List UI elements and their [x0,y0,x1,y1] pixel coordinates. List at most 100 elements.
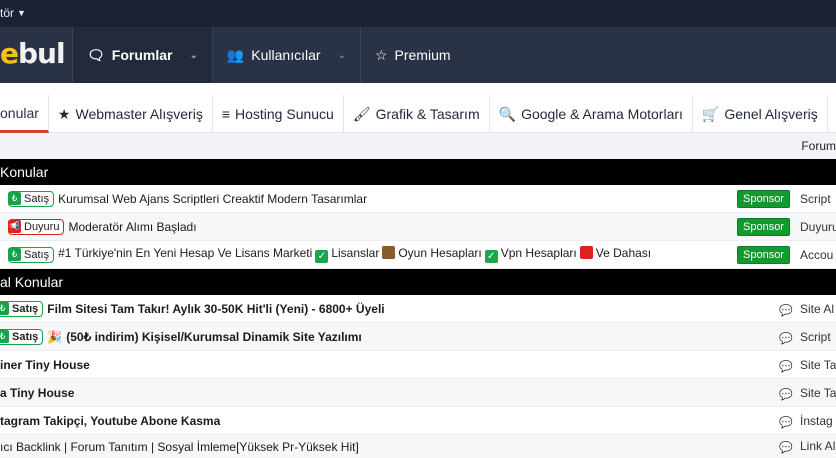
section-title: al Konular [0,274,64,290]
tag-satis[interactable]: ₺ Satış [8,246,55,263]
megaphone-icon: 📢 [8,220,21,233]
thread-row[interactable]: tagram Takipçi, Youtube Abone Kasma 💬 İn… [0,407,836,435]
thread-row[interactable]: ıcı Backlink | Forum Tanıtım | Sosyal İm… [0,435,836,458]
thread-title[interactable]: iner Tiny House [0,358,90,372]
lira-icon: ₺ [0,302,9,315]
thread-title-text: Lisanslar [331,246,380,260]
category-bar: onular ★ Webmaster Alışveriş ≡ Hosting Sun… [0,95,836,133]
thread-forum[interactable]: Site Ta [800,386,836,400]
sponsor-badge: Sponsor [737,218,790,236]
lira-icon: ₺ [0,330,9,343]
star-icon: ☆ [374,46,388,63]
category-webmaster[interactable]: ★ Webmaster Alışveriş [49,95,213,133]
lira-icon: ₺ [8,192,21,205]
thread-title[interactable]: #1 Türkiye'nin En Yeni Hesap Ve Lisans M… [58,246,651,263]
section-title: Konular [0,164,49,180]
tag-label: Satış [12,302,39,315]
tag-label: Satış [12,330,39,343]
site-logo[interactable]: ebul [0,37,66,70]
forum-link[interactable]: Forum [801,139,836,153]
tag-satis[interactable]: ₺ Satış [0,300,44,317]
thread-title-text: #1 Türkiye'nin En Yeni Hesap Ve Lisans M… [58,246,313,260]
thread-forum[interactable]: İnstag [800,414,833,428]
moderator-label[interactable]: tör [0,6,14,20]
thread-forum[interactable]: Link Al [800,439,835,453]
thread-row[interactable]: 📢 Duyuru Moderatör Alımı Başladı Sponsor … [0,213,836,241]
category-label: Genel Alışveriş [724,106,818,122]
comments-icon: 💬 [779,442,793,454]
thread-title-text: Oyun Hesapları [398,246,482,260]
tag-duyuru[interactable]: 📢 Duyuru [8,218,65,235]
caret-down-icon: ▼ [17,8,26,18]
check-icon: ✓ [484,250,498,263]
category-genel[interactable]: 🛒 Genel Alışveriş [693,95,828,133]
comments-icon: 💬 [779,305,793,317]
logo-main: bul [18,37,66,70]
thread-row[interactable]: iner Tiny House 💬 Site Ta [0,351,836,379]
thread-row[interactable]: ₺ Satış 🎉 (50₺ indirim) Kişisel/Kurumsal … [0,323,836,351]
tag-satis[interactable]: ₺ Satış [0,328,44,345]
tag-label: Duyuru [24,220,60,233]
category-grafik[interactable]: 🖌 Grafik & Tasarım [344,95,490,133]
comment-icon: 🗨 [87,46,105,63]
logo-prefix: e [0,37,19,70]
users-icon: 👥 [226,46,245,63]
sponsor-badge: Sponsor [737,190,790,208]
party-icon: 🎉 [47,329,63,344]
thread-forum[interactable]: Accou [800,248,833,262]
star-icon: ★ [57,105,71,122]
thread-forum[interactable]: Site Al [800,302,834,316]
nav-premium-label: Premium [394,47,451,63]
thread-forum[interactable]: Script [800,330,831,344]
moderator-menu[interactable]: tör ▼ [0,6,26,20]
comments-icon: 💬 [779,389,793,401]
category-konular[interactable]: onular [0,95,49,133]
category-label: Webmaster Alışveriş [75,106,203,122]
top-bar: tör ▼ [0,0,836,27]
comments-icon: 💬 [779,417,793,429]
thread-forum[interactable]: Site Ta [800,358,836,372]
chevron-down-icon[interactable]: ⌄ [189,50,197,61]
thread-title[interactable]: ıcı Backlink | Forum Tanıtım | Sosyal İm… [0,440,359,454]
sponsor-badge: Sponsor [737,246,790,264]
section-header-ozel-konular: al Konular [0,269,836,295]
search-icon: 🔍 [498,105,517,122]
thread-forum[interactable]: Script [800,192,831,206]
check-icon: ✓ [315,250,329,263]
thread-title[interactable]: Moderatör Alımı Başladı [68,220,196,234]
nav-kullanicilar[interactable]: 👥 Kullanıcılar ⌄ [211,27,360,83]
comments-icon: 💬 [779,333,793,345]
tag-label: Satış [24,248,50,261]
category-hosting[interactable]: ≡ Hosting Sunucu [213,95,344,133]
thread-row[interactable]: ₺ Satış Kurumsal Web Ajans Scriptleri Cre… [0,185,836,213]
main-nav: 🗨 Forumlar ⌄ 👥 Kullanıcılar ⌄ ☆ Premium [72,27,465,83]
thread-title[interactable]: Kurumsal Web Ajans Scriptleri Creaktif M… [58,192,367,206]
thread-title-text: Ve Dahası [595,246,652,260]
thread-title[interactable]: tagram Takipçi, Youtube Abone Kasma [0,414,220,428]
lira-icon: ₺ [8,248,21,261]
nav-premium[interactable]: ☆ Premium [359,27,465,83]
red-square-icon [579,246,593,259]
list-icon: ≡ [221,106,230,122]
site-header: ebul 🗨 Forumlar ⌄ 👥 Kullanıcılar ⌄ ☆ Pre… [0,27,836,83]
nav-forumlar-label: Forumlar [111,47,173,63]
section-header-konular: Konular [0,159,836,185]
comments-icon: 💬 [779,361,793,373]
brush-icon: 🖌 [352,105,371,122]
category-label: onular [0,104,39,121]
thread-row[interactable]: ₺ Satış #1 Türkiye'nin En Yeni Hesap Ve L… [0,241,836,269]
chevron-down-icon[interactable]: ⌄ [338,50,346,61]
thread-title[interactable]: (50₺ indirim) Kişisel/Kurumsal Dinamik S… [66,330,362,344]
category-label: Google & Arama Motorları [521,106,683,122]
brown-square-icon [382,246,396,259]
thread-title[interactable]: Film Sitesi Tam Takır! Aylık 30-50K Hit'… [47,302,384,316]
nav-kullanicilar-label: Kullanıcılar [251,47,321,63]
thread-title[interactable]: a Tiny House [0,386,74,400]
category-google[interactable]: 🔍 Google & Arama Motorları [490,95,693,133]
tag-satis[interactable]: ₺ Satış [8,190,55,207]
thread-row[interactable]: ₺ Satış Film Sitesi Tam Takır! Aylık 30-5… [0,295,836,323]
category-label: Grafik & Tasarım [375,106,480,122]
thread-row[interactable]: a Tiny House 💬 Site Ta [0,379,836,407]
thread-forum[interactable]: Duyuru [800,220,836,234]
nav-forumlar[interactable]: 🗨 Forumlar ⌄ [72,27,212,83]
